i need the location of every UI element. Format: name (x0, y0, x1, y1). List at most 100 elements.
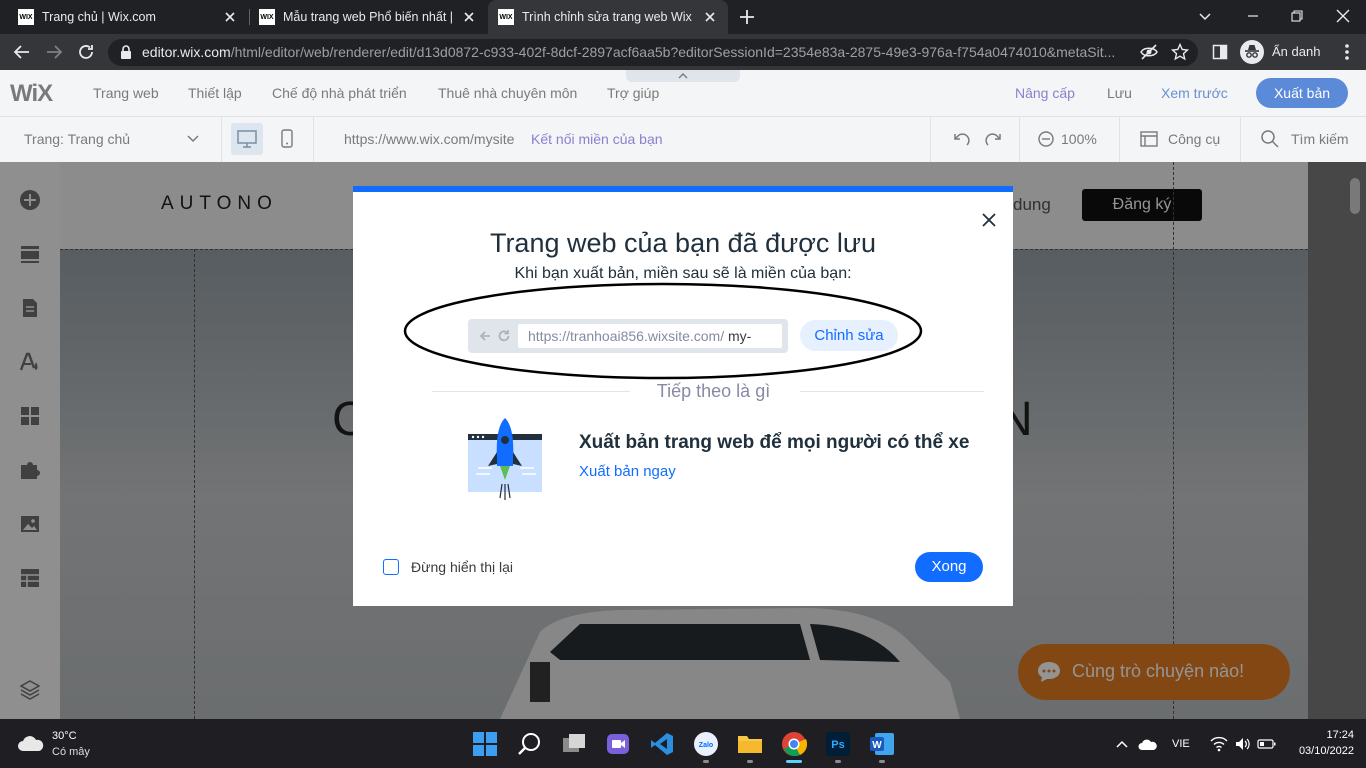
search-icon[interactable] (1260, 129, 1280, 149)
site-saved-dialog: Trang web của bạn đã được lưu Khi bạn xu… (353, 186, 1013, 606)
browser-tab-strip: WIX Trang chủ | Wix.com WIX Mẫu trang we… (0, 0, 1366, 34)
wix-secondary-bar (0, 116, 1366, 162)
tab-title: Trang chủ | Wix.com (42, 10, 156, 24)
search-label[interactable]: Tìm kiếm (1291, 131, 1349, 147)
window-close-icon[interactable] (1334, 7, 1352, 25)
redo-icon[interactable] (984, 129, 1004, 149)
site-url: https://www.wix.com/mysite (344, 131, 515, 147)
language-indicator[interactable]: VIE (1172, 738, 1190, 750)
tab-wix-home[interactable]: WIX Trang chủ | Wix.com (8, 0, 248, 34)
menu-site[interactable]: Trang web (93, 85, 159, 101)
more-menu-icon[interactable] (1335, 40, 1359, 64)
tools-icon[interactable] (1139, 129, 1159, 149)
chat-app-icon[interactable] (605, 731, 631, 757)
divider (313, 116, 314, 162)
wix-favicon-icon: WIX (18, 9, 34, 25)
whats-next-heading: Tiếp theo là gì (656, 381, 771, 401)
wifi-icon[interactable] (1210, 736, 1228, 752)
word-icon[interactable]: W (869, 731, 895, 757)
clock-time[interactable]: 17:24 (1294, 729, 1354, 741)
close-icon[interactable] (979, 210, 999, 230)
file-explorer-icon[interactable] (737, 731, 763, 757)
restore-icon[interactable] (1289, 8, 1305, 24)
upgrade-link[interactable]: Nâng cấp (1015, 85, 1075, 101)
back-icon[interactable] (10, 40, 34, 64)
side-panel-icon[interactable] (1208, 40, 1232, 64)
tab-wix-editor[interactable]: WIX Trình chỉnh sửa trang web Wix | n (488, 0, 728, 34)
windows-taskbar (0, 719, 1366, 768)
running-indicator (703, 760, 709, 763)
windows-start-icon[interactable] (472, 731, 498, 757)
forward-icon[interactable] (42, 40, 66, 64)
publish-now-link[interactable]: Xuất bản ngay (579, 463, 676, 480)
tools-label[interactable]: Công cụ (1168, 131, 1220, 147)
task-view-icon[interactable] (561, 731, 587, 757)
publish-prompt-title: Xuất bản trang web để mọi người có thể x… (579, 432, 970, 453)
reload-icon[interactable] (74, 40, 98, 64)
page-selector[interactable]: Trang: Trang chủ (24, 131, 130, 147)
done-button[interactable]: Xong (915, 552, 983, 582)
svg-text:Ps: Ps (831, 739, 844, 751)
running-indicator (879, 760, 885, 763)
refresh-icon (497, 329, 511, 343)
tab-search-icon[interactable] (1197, 8, 1213, 24)
rocket-illustration-icon (468, 418, 542, 500)
wix-logo[interactable]: WiX (10, 80, 53, 108)
clock-date[interactable]: 03/10/2022 (1280, 745, 1354, 757)
onedrive-icon[interactable] (1138, 737, 1158, 751)
new-tab-icon[interactable] (738, 8, 756, 26)
connect-domain-link[interactable]: Kết nối miền của bạn (531, 131, 663, 147)
divider (1019, 116, 1020, 162)
svg-text:W: W (872, 740, 882, 751)
menu-hire-professional[interactable]: Thuê nhà chuyên môn (438, 85, 577, 101)
weather-condition[interactable]: Có mây (52, 746, 90, 758)
eye-off-icon[interactable] (1137, 40, 1161, 64)
tab-title: Trình chỉnh sửa trang web Wix | n (522, 10, 694, 24)
profile-label[interactable]: Ẩn danh (1272, 44, 1320, 59)
cloud-icon[interactable] (17, 732, 45, 754)
mobile-view-icon[interactable] (279, 129, 295, 149)
tab-title: Mẫu trang web Phổ biến nhất | W (283, 10, 453, 24)
zalo-icon[interactable]: Zalo (693, 731, 719, 757)
collapse-toolbar-handle[interactable] (626, 70, 740, 82)
edit-url-button[interactable]: Chỉnh sửa (800, 320, 898, 351)
dont-show-again-checkbox[interactable] (383, 559, 399, 575)
dont-show-again-label[interactable]: Đừng hiển thị lại (411, 559, 513, 575)
bookmark-star-icon[interactable] (1168, 40, 1192, 64)
weather-temperature[interactable]: 30°C (52, 730, 77, 742)
minimize-icon[interactable] (1245, 8, 1261, 24)
zoom-level[interactable]: 100% (1061, 131, 1097, 147)
dialog-title: Trang web của bạn đã được lưu (489, 228, 877, 258)
menu-help[interactable]: Trợ giúp (607, 85, 659, 101)
divider (221, 116, 222, 162)
tab-wix-templates[interactable]: WIX Mẫu trang web Phổ biến nhất | W (249, 0, 487, 34)
divider (1240, 116, 1241, 162)
save-link[interactable]: Lưu (1107, 85, 1132, 101)
lock-icon[interactable] (120, 45, 134, 61)
volume-icon[interactable] (1234, 736, 1252, 752)
zoom-out-icon[interactable] (1036, 129, 1056, 149)
running-indicator (747, 760, 753, 763)
close-icon[interactable] (702, 9, 718, 25)
domain-preview-box: https://tranhoai856.wixsite.com/ my- (468, 319, 788, 353)
publish-button[interactable]: Xuất bản (1256, 78, 1348, 108)
vscode-icon[interactable] (649, 731, 675, 757)
incognito-icon[interactable] (1240, 40, 1264, 64)
active-indicator (786, 760, 802, 763)
chrome-icon[interactable] (781, 731, 807, 757)
wix-favicon-icon: WIX (259, 9, 275, 25)
menu-settings[interactable]: Thiết lập (188, 85, 242, 101)
close-icon[interactable] (222, 9, 238, 25)
show-hidden-icons-icon[interactable] (1114, 736, 1130, 752)
preview-link[interactable]: Xem trước (1161, 85, 1228, 101)
taskbar-search-icon[interactable] (517, 731, 543, 757)
desktop-view-icon[interactable] (231, 123, 263, 155)
photoshop-icon[interactable]: Ps (825, 731, 851, 757)
url-text[interactable]: editor.wix.com/html/editor/web/renderer/… (142, 44, 1127, 60)
undo-icon[interactable] (951, 129, 971, 149)
menu-dev-mode[interactable]: Chế độ nhà phát triển (272, 85, 407, 101)
running-indicator (835, 760, 841, 763)
close-icon[interactable] (461, 9, 477, 25)
battery-icon[interactable] (1257, 737, 1277, 751)
chevron-down-icon[interactable] (185, 131, 201, 147)
